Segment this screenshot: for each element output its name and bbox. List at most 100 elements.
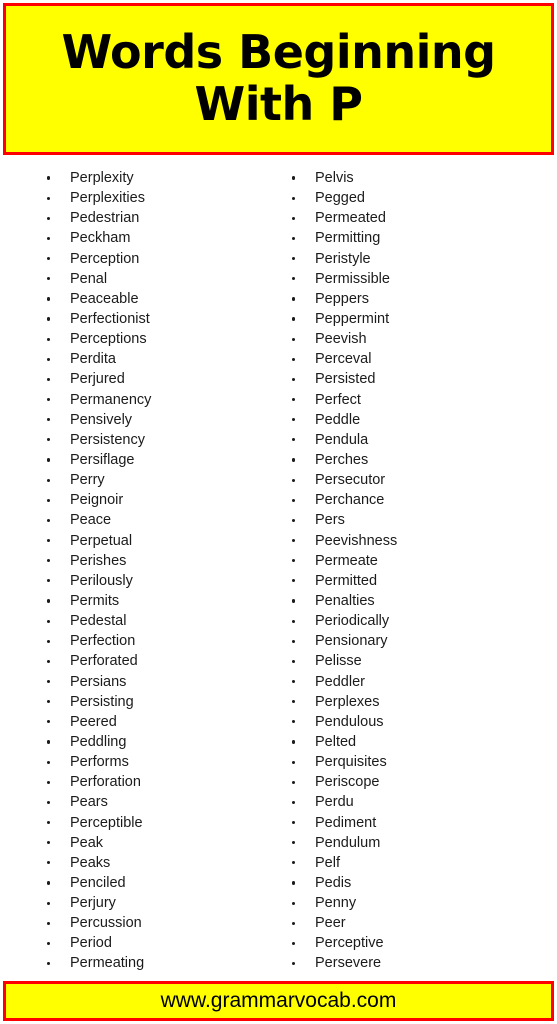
bullet-icon — [292, 337, 296, 341]
word-label: Peer — [315, 915, 346, 932]
word-list-item: Pendulous — [289, 712, 557, 732]
bullet-icon — [292, 458, 296, 462]
word-list-item: Periodically — [289, 611, 557, 631]
word-label: Pendulous — [315, 713, 384, 730]
word-label: Pelted — [315, 733, 357, 750]
word-list-item: Percussion — [44, 913, 245, 933]
word-label: Pegged — [315, 190, 365, 207]
header-banner: Words Beginning With P — [3, 3, 554, 155]
word-label: Perfect — [315, 391, 361, 408]
bullet-icon — [47, 236, 51, 241]
bullet-icon — [47, 277, 51, 281]
word-label: Perilously — [70, 572, 133, 589]
word-list-item: Peppers — [289, 289, 557, 309]
word-list-item: Permanency — [44, 390, 245, 410]
word-list-item: Perceval — [289, 349, 557, 369]
bullet-icon — [292, 317, 296, 321]
bullet-icon — [47, 539, 51, 543]
bullet-icon — [47, 901, 51, 905]
word-list-item: Penny — [289, 893, 557, 913]
bullet-icon — [292, 760, 296, 764]
word-list-item: Perjured — [44, 369, 245, 389]
word-list-item: Pendula — [289, 430, 557, 450]
word-label: Penal — [70, 270, 108, 287]
bullet-icon — [47, 196, 51, 200]
word-label: Persisted — [315, 371, 376, 388]
word-list-item: Permeate — [289, 551, 557, 571]
word-list-item: Peddler — [289, 672, 557, 692]
bullet-icon — [47, 559, 51, 563]
word-list-item: Perches — [289, 450, 557, 470]
word-list-item: Pelvis — [289, 168, 557, 188]
word-list-item: Peddle — [289, 410, 557, 430]
word-label: Peddle — [315, 411, 361, 428]
bullet-icon — [292, 418, 296, 422]
bullet-icon — [47, 881, 51, 885]
word-label: Pelvis — [315, 170, 354, 186]
word-list-item: Permits — [44, 591, 245, 611]
word-list-item: Persisted — [289, 369, 557, 389]
word-label: Perforation — [70, 774, 141, 791]
bullet-icon — [292, 478, 296, 482]
word-label: Permeate — [315, 552, 378, 569]
right-column: Pelvis Pegged Permeated Permitting Peristyle… — [245, 162, 557, 974]
word-label: Peaceable — [70, 290, 139, 307]
word-list-item: Persistency — [44, 430, 245, 450]
word-label: Peignoir — [70, 492, 124, 509]
word-label: Perceptive — [315, 935, 384, 952]
word-list-item: Pers — [289, 510, 557, 530]
bullet-icon — [47, 760, 51, 764]
word-list-item: Pedestrian — [44, 208, 245, 228]
word-list-item: Peppermint — [289, 309, 557, 329]
word-label: Perchance — [315, 492, 385, 509]
word-label: Pelisse — [315, 653, 362, 670]
word-label: Perceptible — [70, 814, 143, 831]
word-label: Persisting — [70, 693, 134, 710]
bullet-icon — [47, 619, 51, 623]
word-label: Pears — [70, 794, 108, 811]
word-label: Pers — [315, 512, 345, 529]
bullet-icon — [292, 236, 296, 241]
word-list-item: Persians — [44, 672, 245, 692]
page-title: Words Beginning With P — [61, 25, 496, 131]
bullet-icon — [292, 599, 296, 603]
word-label: Perforated — [70, 653, 138, 670]
bullet-icon — [292, 216, 296, 220]
bullet-icon — [47, 337, 51, 341]
word-label: Penciled — [70, 874, 126, 891]
word-list-item: Pelf — [289, 853, 557, 873]
bullet-icon — [292, 921, 296, 925]
word-label: Peppers — [315, 290, 370, 307]
word-list-item: Pelted — [289, 732, 557, 752]
bullet-icon — [47, 216, 51, 220]
bullet-icon — [47, 398, 51, 402]
bullet-icon — [292, 539, 296, 543]
bullet-icon — [47, 941, 51, 945]
bullet-icon — [292, 438, 296, 442]
bullet-icon — [292, 659, 296, 664]
word-list-item: Peignoir — [44, 490, 245, 510]
word-list-item: Perplexity — [44, 168, 245, 188]
word-list-item: Pears — [44, 792, 245, 812]
bullet-icon — [47, 841, 51, 845]
word-label: Peppermint — [315, 310, 390, 327]
word-list-item: Perceptions — [44, 329, 245, 349]
bullet-icon — [47, 861, 51, 865]
word-list-item: Perishes — [44, 551, 245, 571]
word-label: Perplexities — [70, 190, 145, 207]
word-label: Perjured — [70, 371, 125, 388]
word-label: Pendulum — [315, 834, 381, 851]
word-list-item: Permissible — [289, 269, 557, 289]
bullet-icon — [292, 357, 296, 361]
bullet-icon — [292, 277, 296, 281]
bullet-icon — [47, 317, 51, 321]
bullet-icon — [47, 800, 51, 805]
bullet-icon — [292, 176, 296, 180]
word-label: Peak — [70, 834, 104, 851]
word-list-item: Pedestal — [44, 611, 245, 631]
bullet-icon — [292, 800, 296, 805]
word-label: Period — [70, 935, 112, 952]
word-list-item: Perplexities — [44, 188, 245, 208]
bullet-icon — [47, 579, 51, 583]
word-list-item: Permitted — [289, 571, 557, 591]
